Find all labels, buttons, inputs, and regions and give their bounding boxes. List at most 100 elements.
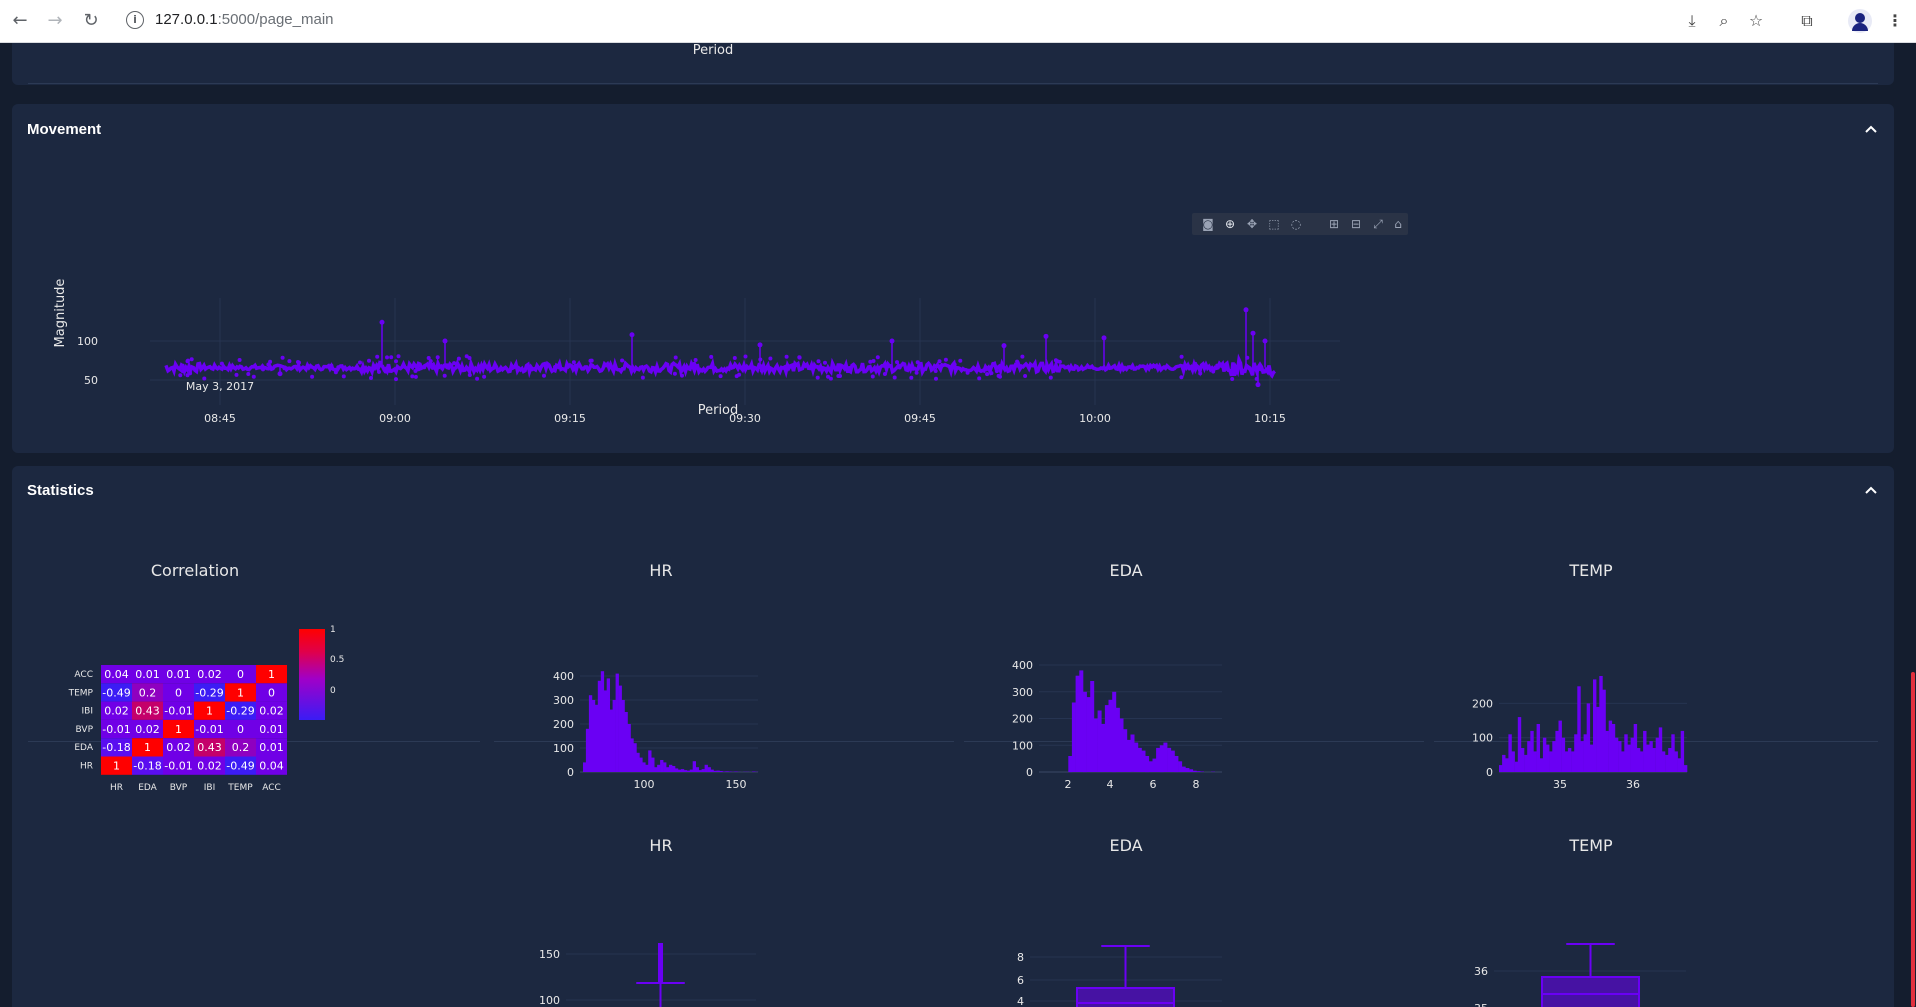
histogram-bar xyxy=(1159,745,1164,773)
zoom-icon[interactable]: ⌕ xyxy=(1712,9,1736,33)
histogram-bar xyxy=(1071,702,1076,772)
histogram-bar xyxy=(1108,699,1113,772)
eda-boxplot[interactable]: 02468 xyxy=(1017,945,1222,1007)
histogram-bar xyxy=(1633,724,1638,772)
y-tick: 6 xyxy=(1017,974,1024,987)
bookmark-star-icon[interactable]: ☆ xyxy=(1744,9,1768,33)
histogram-bar xyxy=(1112,691,1117,773)
histogram-bar xyxy=(645,764,649,772)
scrollbar-thumb[interactable] xyxy=(1911,672,1915,1007)
hr-boxplot[interactable]: 100 150 xyxy=(539,943,756,1007)
histogram-bar xyxy=(1520,748,1525,772)
histogram-bar xyxy=(609,709,613,772)
histogram-bar xyxy=(683,770,688,772)
histogram-bar xyxy=(1567,748,1572,772)
histogram-bar xyxy=(1130,734,1135,772)
histogram-bar xyxy=(1577,686,1581,772)
heatmap-col-label: EDA xyxy=(138,783,157,793)
heatmap-cell-value: 0.02 xyxy=(197,760,222,773)
correlation-title: Correlation xyxy=(151,561,239,580)
histogram-bar xyxy=(669,764,673,772)
histogram-bar xyxy=(1658,727,1663,772)
heatmap-cell-value: 1 xyxy=(113,760,120,773)
histogram-bar xyxy=(660,760,664,772)
histogram-bar xyxy=(1505,758,1509,772)
histogram-bar xyxy=(1090,681,1095,772)
histogram-bar xyxy=(1192,770,1197,772)
histogram-bar xyxy=(663,762,667,772)
histogram-bar xyxy=(1511,751,1515,772)
heatmap-row-label: HR xyxy=(80,762,93,772)
histogram-bar xyxy=(585,728,590,772)
histogram-bar xyxy=(1200,771,1204,772)
histogram-bar xyxy=(621,700,625,772)
reload-icon[interactable]: ↻ xyxy=(79,9,103,33)
histogram-bar xyxy=(1643,730,1647,772)
histogram-bar xyxy=(1611,724,1616,772)
histogram-bar xyxy=(1068,756,1073,773)
correlation-heatmap[interactable]: ACC 0.04 0.01 0.01 0.02 0 1 TEMP -0.49 0.2 0 -0.29 1… xyxy=(68,665,287,793)
temp-boxplot[interactable]: 343536 xyxy=(1474,943,1686,1007)
y-tick: 35 xyxy=(1474,1002,1488,1007)
site-info-icon[interactable]: i xyxy=(126,11,144,29)
histogram-bar xyxy=(603,690,607,772)
eda-histogram[interactable]: 0 100 200 300 400 2 4 6 8 xyxy=(1012,659,1222,791)
histogram-bar xyxy=(722,771,726,772)
histogram-bar xyxy=(710,769,714,772)
install-app-icon[interactable]: ⤓ xyxy=(1680,9,1704,33)
y-tick: 100 xyxy=(553,742,574,755)
histogram-bar xyxy=(1665,754,1669,772)
back-icon[interactable]: ← xyxy=(8,9,32,33)
x-tick: 8 xyxy=(1193,778,1200,791)
histogram-bar xyxy=(1671,734,1675,772)
histogram-bar xyxy=(651,757,655,772)
histogram-bar xyxy=(1514,761,1519,772)
heatmap-cell-value: 0.01 xyxy=(166,668,191,681)
x-tick: 2 xyxy=(1065,778,1072,791)
temp-histogram-title: TEMP xyxy=(1568,561,1613,580)
box-iqr xyxy=(1076,987,1175,1007)
heatmap-cell-value: -0.18 xyxy=(133,760,161,773)
histogram-bar xyxy=(1649,741,1653,772)
histogram-bar xyxy=(728,771,732,772)
histogram-bar xyxy=(627,724,631,772)
hr-histogram[interactable]: 0 100 200 300 400 100 150 xyxy=(553,670,759,791)
statistics-charts: Correlation ACC 0.04 0.01 0.01 0.02 0 1 TEMP -0.… xyxy=(68,561,1688,1007)
heatmap-cell-value: 0.2 xyxy=(139,686,157,699)
forward-icon[interactable]: → xyxy=(43,9,67,33)
histogram-bar xyxy=(1627,744,1631,772)
heatmap-cell-value: 0.43 xyxy=(197,741,222,754)
colorbar-tick: 0 xyxy=(330,686,336,696)
y-tick: 0 xyxy=(1026,766,1033,779)
heatmap-cell-value: -0.29 xyxy=(226,705,254,718)
histogram-bar xyxy=(674,768,679,772)
histogram-bar xyxy=(630,738,634,772)
y-tick: 200 xyxy=(1012,713,1033,726)
menu-icon[interactable]: ⋮ xyxy=(1883,9,1907,33)
heatmap-cell-value: 1 xyxy=(144,741,151,754)
histogram-bar xyxy=(1530,730,1534,772)
histogram-bar xyxy=(1134,742,1139,772)
histogram-bar xyxy=(707,767,711,772)
histogram-bar xyxy=(1536,724,1540,772)
histogram-bar xyxy=(1596,706,1600,772)
histogram-bar xyxy=(752,771,756,772)
heatmap-cell-value: -0.18 xyxy=(102,741,130,754)
heatmap-row-label: IBI xyxy=(82,707,93,717)
extensions-icon[interactable]: ⧉ xyxy=(1795,9,1819,33)
histogram-bar xyxy=(1661,751,1666,772)
histogram-bar xyxy=(1101,723,1106,772)
histogram-bar xyxy=(1502,754,1506,772)
histogram-bar xyxy=(1499,765,1503,772)
correlation-colorbar xyxy=(299,629,325,720)
heatmap-cell-value: 0.01 xyxy=(259,723,284,736)
heatmap-row-label: ACC xyxy=(74,670,93,680)
url-path: :5000/page_main xyxy=(217,11,334,28)
histogram-bar xyxy=(734,771,738,772)
heatmap-cell-value: 1 xyxy=(268,668,275,681)
temp-histogram[interactable]: 0 100 200 35 36 xyxy=(1472,676,1688,791)
histogram-bar xyxy=(1677,758,1681,772)
address-bar[interactable]: 127.0.0.1:5000/page_main xyxy=(155,11,334,28)
profile-avatar[interactable] xyxy=(1848,9,1872,33)
histogram-bar xyxy=(1558,720,1562,772)
